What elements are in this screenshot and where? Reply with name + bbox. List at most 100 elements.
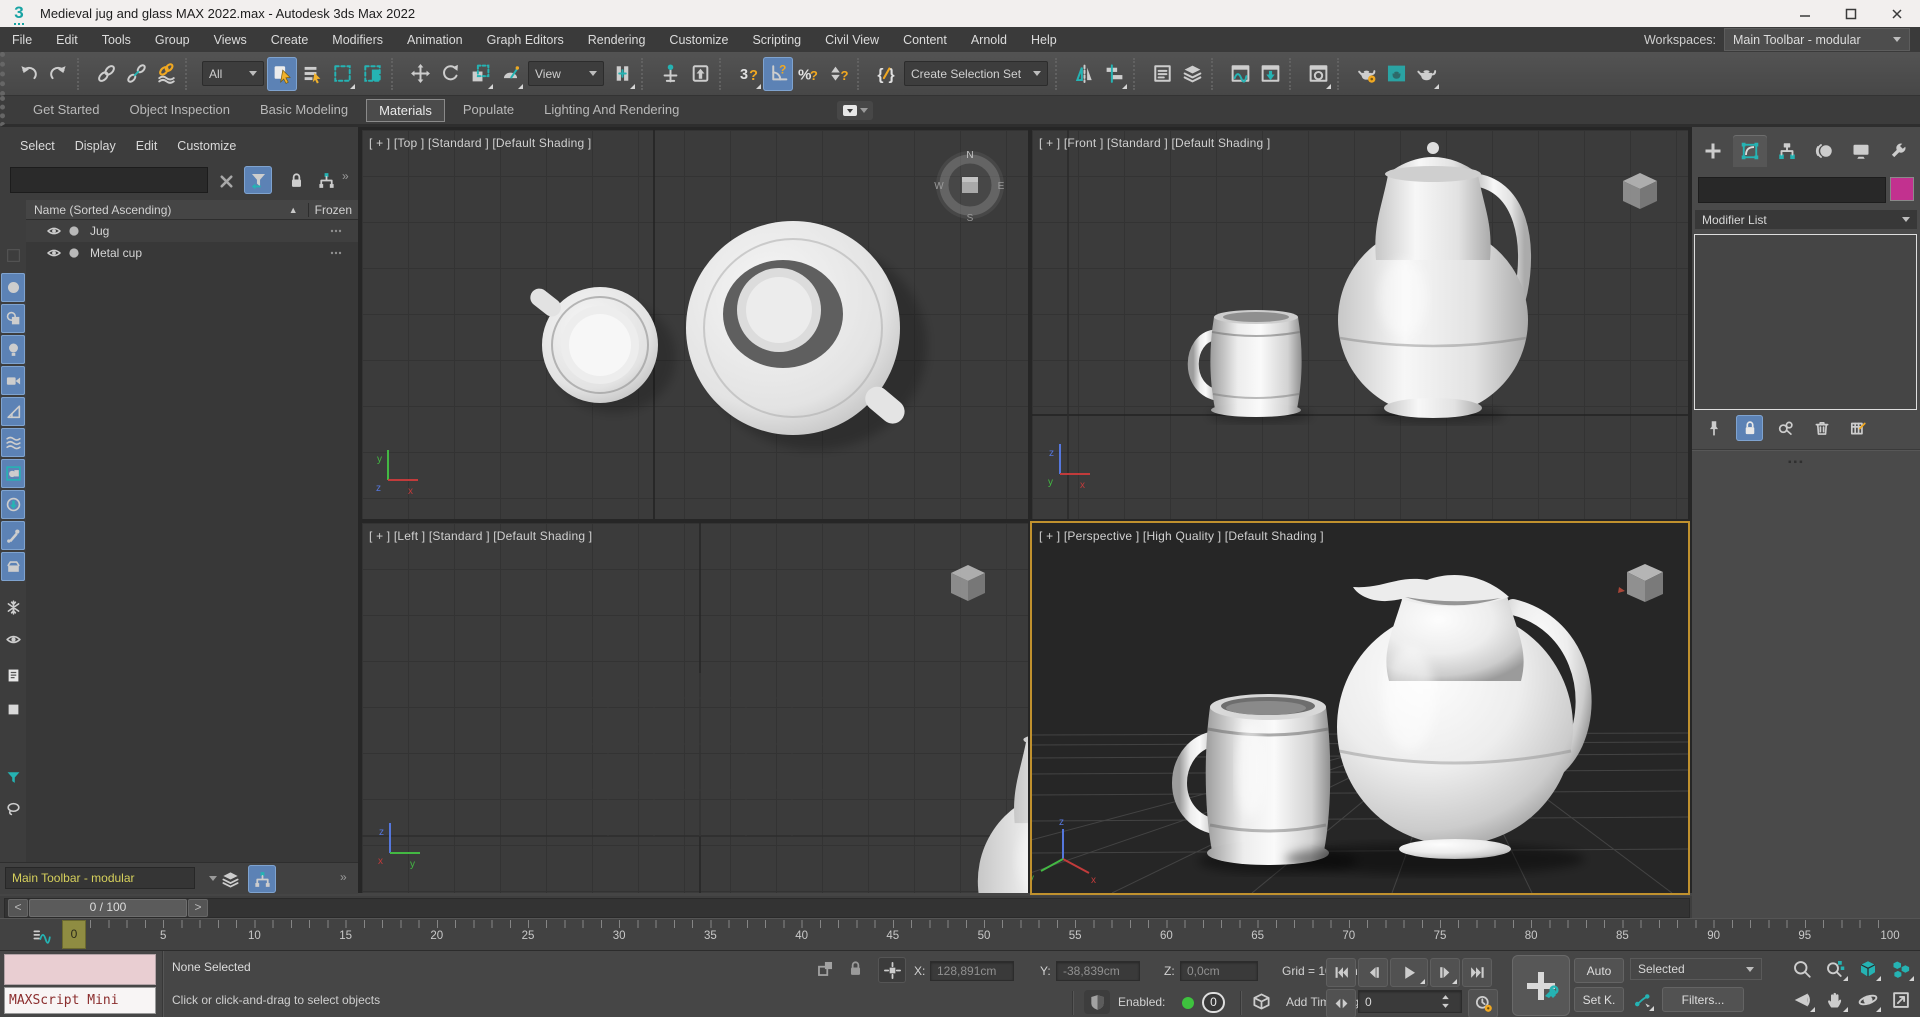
- column-frozen-header[interactable]: Frozen: [307, 202, 352, 217]
- menu-civil-view[interactable]: Civil View: [813, 29, 891, 51]
- maximize-viewport-toggle-button[interactable]: [1885, 986, 1916, 1014]
- menu-group[interactable]: Group: [143, 29, 202, 51]
- zoom-extents-all-button[interactable]: [1885, 955, 1916, 983]
- filters-button[interactable]: Filters...: [1662, 987, 1744, 1012]
- menu-edit[interactable]: Edit: [44, 29, 90, 51]
- display-lights-icon[interactable]: [1, 335, 25, 364]
- window-crossing-button[interactable]: [357, 57, 387, 91]
- viewport-top-label[interactable]: [ + ] [Top ] [Standard ] [Default Shadin…: [369, 136, 591, 150]
- render-production-button[interactable]: [1411, 57, 1441, 91]
- previous-frame-button[interactable]: [1358, 958, 1388, 987]
- orbit-button[interactable]: [1852, 986, 1883, 1014]
- redo-button[interactable]: [43, 57, 73, 91]
- close-button[interactable]: [1874, 0, 1920, 27]
- use-pivot-point-center-button[interactable]: [607, 57, 637, 91]
- menu-modifiers[interactable]: Modifiers: [320, 29, 395, 51]
- select-by-name-button[interactable]: [297, 57, 327, 91]
- select-and-place-button[interactable]: [495, 57, 525, 91]
- show-end-result-button[interactable]: [1772, 415, 1799, 441]
- ribbon-tab-get-started[interactable]: Get Started: [21, 99, 111, 122]
- explorer-menu-customize[interactable]: Customize: [167, 135, 246, 157]
- time-configuration-button[interactable]: [1468, 989, 1498, 1017]
- modifier-stack[interactable]: [1694, 234, 1917, 410]
- tab-modify[interactable]: [1733, 135, 1767, 167]
- hierarchy-view-button[interactable]: [312, 166, 340, 194]
- modifier-list-dropdown[interactable]: Modifier List: [1694, 209, 1918, 230]
- object-color-swatch[interactable]: [1890, 177, 1914, 201]
- zoom-extents-selected-button[interactable]: [1852, 955, 1883, 983]
- viewport-perspective-label[interactable]: [ + ] [Perspective ] [High Quality ] [De…: [1039, 529, 1324, 543]
- display-cameras-icon[interactable]: [1, 366, 25, 395]
- render-setup-button[interactable]: [1351, 57, 1381, 91]
- display-containers-icon[interactable]: [1, 552, 25, 581]
- menu-help[interactable]: Help: [1019, 29, 1069, 51]
- filter-button[interactable]: [244, 166, 272, 194]
- auto-key-button[interactable]: Auto: [1574, 958, 1624, 983]
- object-name[interactable]: Metal cup: [90, 246, 142, 260]
- minimize-button[interactable]: [1782, 0, 1828, 27]
- menu-tools[interactable]: Tools: [90, 29, 143, 51]
- set-keys-button[interactable]: [1512, 955, 1570, 1016]
- next-frame-arrow[interactable]: >: [188, 899, 208, 917]
- mirror-button[interactable]: [1069, 57, 1099, 91]
- isolate-selection-icon[interactable]: [816, 959, 835, 978]
- frozen-cell-icon[interactable]: [328, 245, 344, 261]
- frozen-cell-icon[interactable]: [328, 223, 344, 239]
- bind-to-space-warp-button[interactable]: [151, 57, 181, 91]
- time-slider-track[interactable]: [4, 898, 1690, 918]
- dope-sheet-button[interactable]: [1255, 57, 1285, 91]
- current-frame-field[interactable]: 0: [1358, 990, 1462, 1013]
- object-name[interactable]: Jug: [90, 224, 109, 238]
- column-name-header[interactable]: Name (Sorted Ascending): [34, 203, 171, 217]
- unlink-selection-button[interactable]: [121, 57, 151, 91]
- explorer-row-metal-cup[interactable]: Metal cup: [26, 242, 358, 264]
- track-bar-playhead[interactable]: 0: [62, 920, 86, 949]
- maxscript-listener-button[interactable]: {}: [871, 57, 901, 91]
- new-key-filter-dropdown[interactable]: Selected: [1630, 958, 1762, 980]
- layer-explorer-toggle-icon[interactable]: [216, 865, 244, 893]
- percent-snap-toggle-button[interactable]: %?: [793, 57, 823, 91]
- workspace-selector[interactable]: Main Toolbar - modular: [5, 867, 195, 889]
- jug-object[interactable]: [686, 221, 927, 450]
- go-to-start-button[interactable]: [1326, 958, 1356, 987]
- jug-object[interactable]: [1338, 142, 1532, 424]
- mini-curve-editor-icon[interactable]: [26, 923, 56, 947]
- tab-hierarchy[interactable]: [1770, 135, 1804, 167]
- ribbon-tab-lighting-and-rendering[interactable]: Lighting And Rendering: [532, 99, 691, 122]
- view-cube-icon[interactable]: [1623, 173, 1657, 209]
- scene-explorer-toggle-icon[interactable]: [248, 865, 276, 893]
- display-bones-icon[interactable]: [1, 521, 25, 550]
- go-to-end-button[interactable]: [1462, 958, 1492, 987]
- object-dot-icon[interactable]: [66, 223, 82, 239]
- next-frame-button[interactable]: [1430, 958, 1460, 987]
- tab-create[interactable]: [1696, 135, 1730, 167]
- menu-file[interactable]: File: [0, 29, 44, 51]
- menu-rendering[interactable]: Rendering: [576, 29, 658, 51]
- create-selection-set-dropdown[interactable]: Create Selection Set: [904, 61, 1048, 86]
- clear-search-icon[interactable]: [212, 167, 240, 195]
- rendered-frame-window-button[interactable]: [1381, 57, 1411, 91]
- pin-stack-button[interactable]: [1700, 415, 1727, 441]
- set-key-button[interactable]: Set K.: [1574, 987, 1624, 1012]
- explorer-column-headers[interactable]: Name (Sorted Ascending) ▲ Frozen: [26, 200, 358, 220]
- play-button[interactable]: [1390, 958, 1428, 987]
- key-mode-toggle-button[interactable]: [1326, 989, 1356, 1017]
- viewport-perspective[interactable]: [ + ] [Perspective ] [High Quality ] [De…: [1030, 521, 1690, 895]
- explorer-row-jug[interactable]: Jug: [26, 220, 358, 242]
- ribbon-tab-object-inspection[interactable]: Object Inspection: [117, 99, 241, 122]
- lock-explorer-button[interactable]: [282, 166, 310, 194]
- select-object-button[interactable]: [267, 56, 297, 91]
- field-of-view-button[interactable]: [1786, 986, 1817, 1014]
- menu-customize[interactable]: Customize: [657, 29, 740, 51]
- tab-display[interactable]: [1844, 135, 1878, 167]
- explorer-search-input[interactable]: [10, 167, 208, 193]
- select-and-rotate-button[interactable]: [435, 57, 465, 91]
- remove-modifier-button[interactable]: [1808, 415, 1835, 441]
- pan-button[interactable]: [1819, 986, 1850, 1014]
- workspace-dropdown[interactable]: Main Toolbar - modular: [1724, 28, 1910, 51]
- menu-views[interactable]: Views: [202, 29, 259, 51]
- mute-count-badge[interactable]: 0: [1202, 992, 1225, 1013]
- visibility-eye-icon[interactable]: [46, 223, 62, 239]
- display-xrefs-icon[interactable]: [1, 490, 25, 519]
- maxscript-mini-listener-pink[interactable]: [4, 954, 156, 985]
